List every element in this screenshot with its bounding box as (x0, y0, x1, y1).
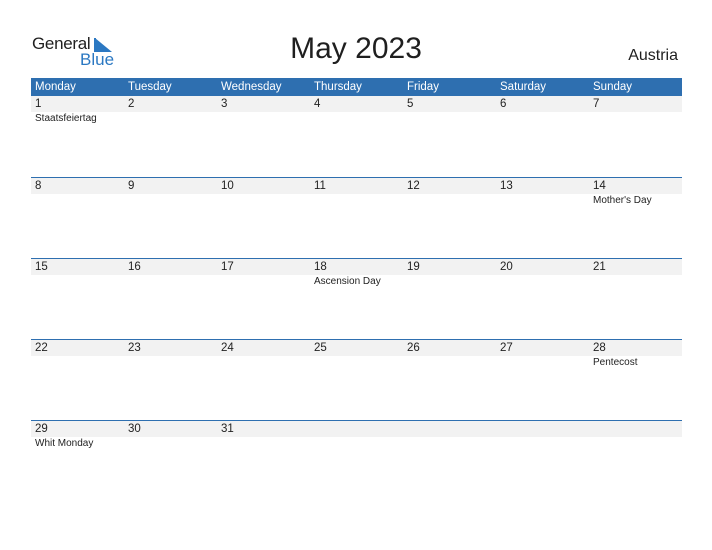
day-number (589, 421, 682, 437)
day-number-band: 1 2 3 4 5 6 7 (31, 96, 682, 112)
holiday-label (496, 194, 589, 208)
events-band: Pentecost (31, 356, 682, 370)
holiday-label (496, 356, 589, 370)
holiday-label (496, 275, 589, 289)
holiday-label (310, 194, 403, 208)
holiday-label (403, 194, 496, 208)
holiday-label (310, 437, 403, 451)
holiday-label (124, 437, 217, 451)
day-number: 21 (593, 261, 606, 273)
day-number-band: 22 23 24 25 26 27 28 (31, 340, 682, 356)
day-number: 18 (314, 261, 327, 273)
day-number-band: 15 16 17 18 19 20 21 (31, 259, 682, 275)
day-number: 8 (35, 180, 42, 192)
day-number: 17 (221, 261, 234, 273)
day-number: 9 (128, 180, 135, 192)
week-row: 1 2 3 4 5 6 7 Staatsfeiertag (31, 96, 682, 177)
weekday-tuesday: Tuesday (128, 81, 172, 93)
day-number (496, 421, 589, 437)
holiday-label (403, 275, 496, 289)
day-number: 6 (500, 98, 507, 110)
holiday-label (310, 356, 403, 370)
day-number: 16 (128, 261, 141, 273)
holiday-label (217, 194, 310, 208)
weekday-thursday: Thursday (314, 81, 362, 93)
holiday-label (31, 194, 124, 208)
holiday-label: Ascension Day (314, 276, 381, 287)
day-number (403, 421, 496, 437)
holiday-label: Staatsfeiertag (35, 113, 97, 124)
events-band: Staatsfeiertag (31, 112, 682, 126)
holiday-label (217, 112, 310, 126)
day-number: 4 (314, 98, 321, 110)
day-number: 3 (221, 98, 228, 110)
day-number: 5 (407, 98, 414, 110)
day-number: 7 (593, 98, 600, 110)
holiday-label (403, 112, 496, 126)
day-number-band: 29 30 31 (31, 421, 682, 437)
weekday-saturday: Saturday (500, 81, 547, 93)
holiday-label (217, 437, 310, 451)
holiday-label (124, 356, 217, 370)
events-band: Ascension Day (31, 275, 682, 289)
holiday-label: Mother's Day (593, 195, 652, 206)
day-number: 27 (500, 342, 513, 354)
day-number: 10 (221, 180, 234, 192)
holiday-label (124, 275, 217, 289)
holiday-label (496, 112, 589, 126)
holiday-label: Pentecost (593, 357, 638, 368)
page-title: May 2023 (290, 32, 422, 65)
day-number: 31 (221, 423, 234, 435)
day-number: 26 (407, 342, 420, 354)
holiday-label (589, 275, 682, 289)
week-row: 15 16 17 18 19 20 21 Ascension Day (31, 258, 682, 339)
events-band: Whit Monday (31, 437, 682, 451)
day-number: 15 (35, 261, 48, 273)
events-band: Mother's Day (31, 194, 682, 208)
holiday-label (403, 356, 496, 370)
holiday-label (310, 112, 403, 126)
day-number: 23 (128, 342, 141, 354)
week-row: 8 9 10 11 12 13 14 Mother's Day (31, 177, 682, 258)
holiday-label (217, 275, 310, 289)
day-number: 2 (128, 98, 135, 110)
holiday-label: Whit Monday (35, 438, 94, 449)
weekday-header: Monday Tuesday Wednesday Thursday Friday… (31, 78, 682, 96)
day-number-band: 8 9 10 11 12 13 14 (31, 178, 682, 194)
calendar-grid: Monday Tuesday Wednesday Thursday Friday… (31, 78, 682, 501)
holiday-label (403, 437, 496, 451)
day-number: 12 (407, 180, 420, 192)
holiday-label (589, 112, 682, 126)
week-row: 22 23 24 25 26 27 28 Pentecost (31, 339, 682, 420)
holiday-label (589, 437, 682, 451)
day-number: 14 (593, 180, 606, 192)
day-number: 28 (593, 342, 606, 354)
day-number: 24 (221, 342, 234, 354)
weekday-monday: Monday (35, 81, 76, 93)
weekday-wednesday: Wednesday (221, 81, 282, 93)
country-label: Austria (628, 47, 678, 64)
holiday-label (124, 194, 217, 208)
day-number: 20 (500, 261, 513, 273)
holiday-label (496, 437, 589, 451)
day-number: 13 (500, 180, 513, 192)
day-number: 22 (35, 342, 48, 354)
day-number: 11 (314, 180, 326, 192)
holiday-label (31, 275, 124, 289)
day-number: 19 (407, 261, 420, 273)
day-number: 30 (128, 423, 141, 435)
day-number: 1 (35, 98, 42, 110)
weekday-friday: Friday (407, 81, 439, 93)
weekday-sunday: Sunday (593, 81, 633, 93)
day-number: 25 (314, 342, 327, 354)
holiday-label (124, 112, 217, 126)
holiday-label (31, 356, 124, 370)
week-row: 29 30 31 Whit Monday (31, 420, 682, 501)
holiday-label (217, 356, 310, 370)
day-number: 29 (35, 423, 48, 435)
day-number (310, 421, 403, 437)
